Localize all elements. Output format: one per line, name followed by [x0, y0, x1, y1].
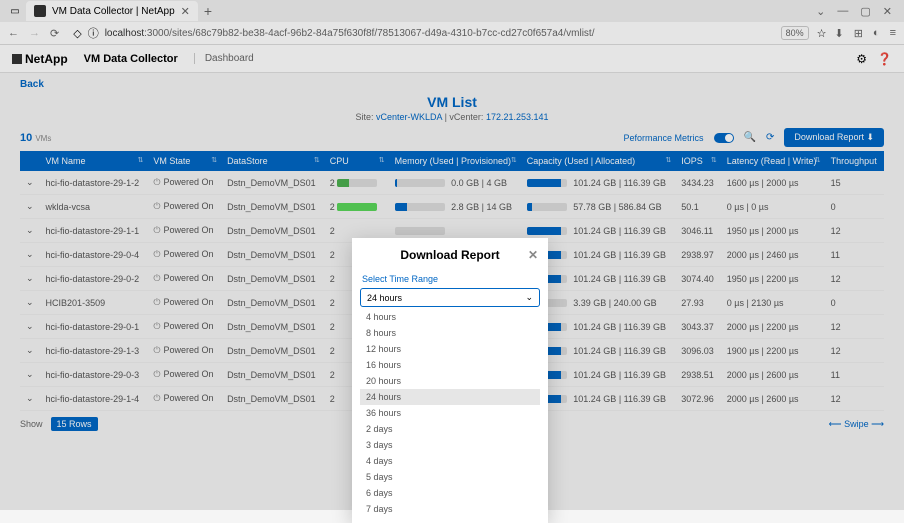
modal-title: Download Report: [400, 248, 499, 262]
modal-close-icon[interactable]: ✕: [528, 248, 538, 262]
time-range-label: Select Time Range: [352, 272, 548, 286]
time-option[interactable]: 36 hours: [360, 405, 540, 421]
time-option[interactable]: 5 days: [360, 469, 540, 485]
time-option[interactable]: 12 hours: [360, 341, 540, 357]
time-option[interactable]: 6 days: [360, 485, 540, 501]
time-option[interactable]: 3 days: [360, 437, 540, 453]
time-option[interactable]: 4 days: [360, 453, 540, 469]
time-range-options: 4 hours8 hours12 hours16 hours20 hours24…: [360, 309, 540, 517]
time-option[interactable]: 20 hours: [360, 373, 540, 389]
time-option[interactable]: 16 hours: [360, 357, 540, 373]
download-report-modal: Download Report ✕ Select Time Range 24 h…: [352, 238, 548, 523]
time-range-select[interactable]: 24 hours ⌄: [360, 288, 540, 307]
time-option[interactable]: 8 hours: [360, 325, 540, 341]
chevron-down-icon: ⌄: [525, 292, 533, 303]
time-option[interactable]: 7 days: [360, 501, 540, 517]
time-option[interactable]: 2 days: [360, 421, 540, 437]
time-option[interactable]: 4 hours: [360, 309, 540, 325]
time-option[interactable]: 24 hours: [360, 389, 540, 405]
